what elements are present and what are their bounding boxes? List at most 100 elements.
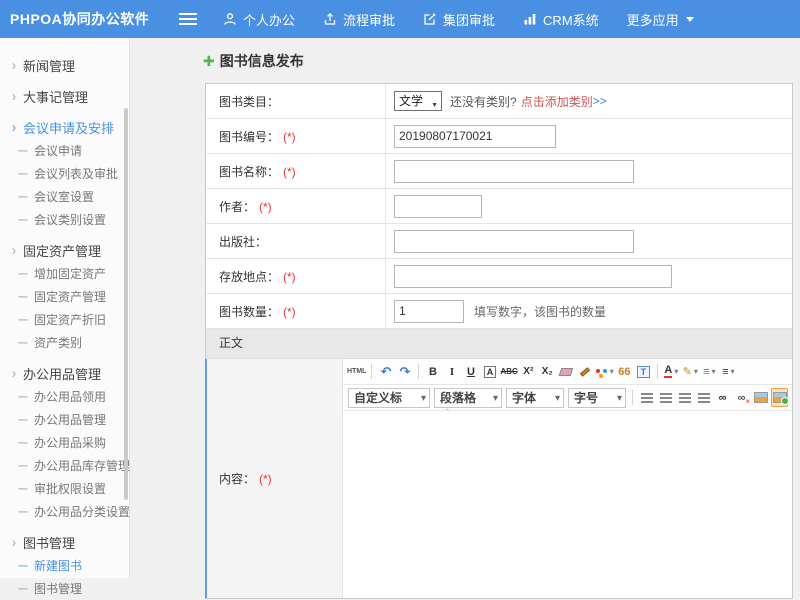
sidebar-item[interactable]: › 一 固定资产管理 [0,285,129,308]
dash-marker: 一 [18,166,28,181]
italic-icon[interactable]: I [443,362,460,381]
sidebar-item[interactable]: › 一 固定资产管理 [0,238,129,262]
sidebar-item[interactable]: › 一 会议列表及审批 [0,162,129,185]
book-form: 图书类目： 文学 还没有类别? 点击添加类别 >> 图书编号： (*) [205,83,793,599]
sidebar-item[interactable]: › 一 资产类别 [0,331,129,354]
chevron-right-icon: › [12,119,16,136]
sidebar-item[interactable]: › 一 会议类别设置 [0,208,129,231]
sidebar-item[interactable]: › 一 图书管理 [0,530,129,554]
align-center-icon[interactable] [657,388,674,407]
field-input[interactable] [394,230,634,253]
add-category-link[interactable]: 点击添加类别 [521,93,593,110]
insert-image-icon[interactable] [752,388,769,407]
nav-crm-system[interactable]: CRM系统 [523,10,599,29]
undo-icon[interactable]: ↶ [377,362,394,381]
sidebar-item-label: 图书管理 [23,533,75,552]
sidebar-item[interactable]: › 一 会议申请及安排 [0,115,129,139]
paste-text-icon[interactable]: T [635,362,652,381]
body-section-header: 正文 [206,329,792,359]
dash-marker: 一 [18,212,28,227]
subscript-icon[interactable]: X₂ [539,362,556,381]
separator[interactable] [371,364,372,379]
sidebar-item[interactable]: › 一 固定资产折旧 [0,308,129,331]
nav-label: 个人办公 [243,10,295,29]
sidebar-item[interactable]: › 一 办公用品分类设置 [0,500,129,523]
bold-icon[interactable]: B [424,362,441,381]
remove-format-icon[interactable] [558,362,575,381]
category-select[interactable]: 文学 [394,91,442,111]
chevron-right-icon: › [12,534,16,551]
font-family-select[interactable]: 字体 [506,388,564,408]
format-brush-icon[interactable] [577,362,594,381]
font-color-icon[interactable]: A [663,362,680,381]
sidebar-item[interactable]: › 一 审批权限设置 [0,477,129,500]
justify-icon[interactable] [695,388,712,407]
dash-marker: 一 [18,312,28,327]
sidebar-item-label: 固定资产管理 [23,241,101,260]
upload-image-icon[interactable] [771,388,788,407]
color-palette-icon[interactable] [596,362,614,381]
field-input[interactable] [394,300,464,323]
sidebar-item[interactable]: › 一 大事记管理 [0,84,129,108]
strikethrough-icon[interactable]: ABC [500,362,517,381]
align-left-icon[interactable] [638,388,655,407]
form-row-content: 内容： (*) HTML ↶ ↷ B [205,359,792,598]
required-mark: (*) [283,305,296,319]
sidebar-item[interactable]: › 一 办公用品采购 [0,431,129,454]
separator[interactable] [657,364,658,379]
nav-more-apps[interactable]: 更多应用 [627,10,694,29]
bullet-list-icon[interactable]: ≡ [701,362,718,381]
sidebar-item[interactable]: › 一 新闻管理 [0,53,129,77]
editor-content-area[interactable] [343,411,792,598]
sidebar-item[interactable]: › 一 新建图书 [0,554,129,577]
sidebar-item[interactable]: › 一 会议申请 [0,139,129,162]
font-size-select[interactable]: 字号 [568,388,626,408]
field-input[interactable] [394,265,672,288]
paragraph-select[interactable]: 段落格式 [434,388,502,408]
workflow-approval-icon [323,12,337,26]
sidebar-item-label: 办公用品领用 [34,388,106,405]
sidebar-item-label: 办公用品管理 [34,411,106,428]
font-box-icon[interactable]: A [481,362,498,381]
sidebar-item-label: 新建图书 [34,557,82,574]
numbered-list-icon[interactable]: ≡ [720,362,737,381]
nav-workflow-approval[interactable]: 流程审批 [323,10,395,29]
field-input[interactable] [394,195,482,218]
unlink-icon[interactable]: ∞ [733,388,750,407]
sidebar-item-label: 会议列表及审批 [34,165,118,182]
sidebar-item-label: 增加固定资产 [34,265,106,282]
field-label: 存放地点： [219,268,279,285]
nav-personal-office[interactable]: 个人办公 [223,10,295,29]
sidebar-item-label: 固定资产折旧 [34,311,106,328]
sidebar-item-label: 大事记管理 [23,87,88,106]
sidebar-item-label: 办公用品采购 [34,434,106,451]
sidebar-item[interactable]: › 一 图书管理 [0,577,129,600]
sidebar-scrollbar[interactable] [124,108,128,500]
add-category-arrows[interactable]: >> [593,94,607,108]
redo-icon[interactable]: ↷ [396,362,413,381]
underline-icon[interactable]: U [462,362,479,381]
menu-toggle-icon[interactable] [179,13,197,25]
sidebar-item[interactable]: › 一 办公用品库存管理 [0,454,129,477]
link-icon[interactable]: ∞ [714,388,731,407]
field-input[interactable] [394,160,634,183]
page-title-text: 图书信息发布 [220,51,304,71]
sidebar-item[interactable]: › 一 办公用品管理 [0,408,129,431]
sidebar-item[interactable]: › 一 会议室设置 [0,185,129,208]
separator[interactable] [418,364,419,379]
html-source-icon[interactable]: HTML [347,362,366,381]
chevron-right-icon: › [12,88,16,105]
superscript-icon[interactable]: X² [520,362,537,381]
sidebar-item[interactable]: › 一 办公用品领用 [0,385,129,408]
sidebar-item-label: 办公用品分类设置 [34,503,130,520]
dash-marker: 一 [18,481,28,496]
blockquote-icon[interactable]: 66 [616,362,633,381]
sidebar-item-label: 固定资产管理 [34,288,106,305]
nav-group-approval[interactable]: 集团审批 [423,10,495,29]
sidebar-item[interactable]: › 一 办公用品管理 [0,361,129,385]
heading-select[interactable]: 自定义标题 [348,388,430,408]
align-right-icon[interactable] [676,388,693,407]
sidebar-item[interactable]: › 一 增加固定资产 [0,262,129,285]
field-input[interactable] [394,125,556,148]
highlight-pen-icon[interactable]: ✎ [682,362,699,381]
